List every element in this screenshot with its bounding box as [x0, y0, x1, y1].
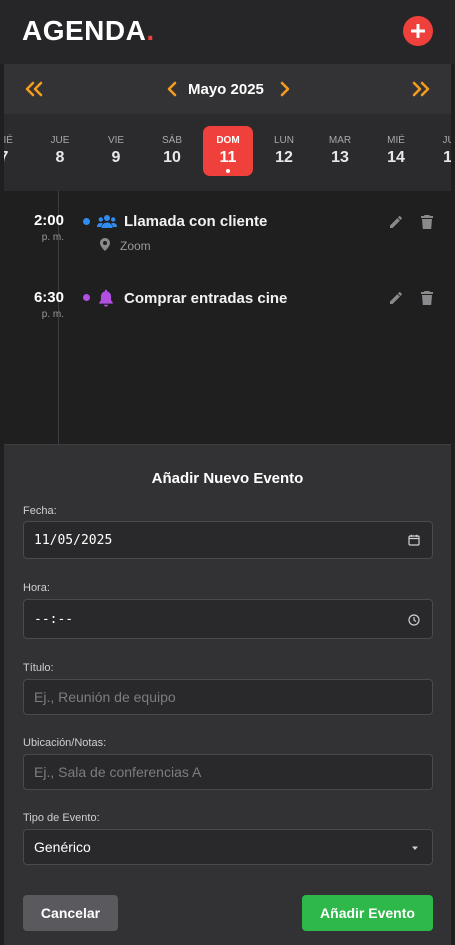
event-title: Llamada con cliente [124, 213, 268, 230]
day-item-selected[interactable]: DOM 11 [203, 126, 253, 176]
prev-month-button[interactable] [161, 78, 183, 100]
title-placeholder: Ej., Reunión de equipo [34, 689, 176, 705]
day-item[interactable]: MIÉ 7 [4, 126, 29, 176]
event-time-value: 6:30 [33, 289, 64, 306]
event-time: 6:30 p. m. [30, 289, 64, 320]
day-name: DOM [216, 135, 240, 146]
day-strip: MIÉ 7 JUE 8 VIE 9 SÁB 10 DOM 11 LUN 12 MAR 13 M… [4, 114, 451, 191]
event-time: 2:00 p. m. [30, 212, 64, 243]
day-number: 13 [331, 149, 349, 166]
event-type-select[interactable]: Genérico [23, 829, 433, 865]
trash-icon[interactable] [420, 214, 434, 230]
double-chevron-right-icon [412, 81, 430, 97]
day-number: 11 [219, 149, 237, 166]
day-name: LUN [273, 135, 294, 146]
edit-pencil-icon[interactable] [388, 290, 404, 306]
event-title-input[interactable]: Ej., Reunión de equipo [23, 679, 433, 715]
cancel-button[interactable]: Cancelar [23, 895, 118, 931]
date-input[interactable]: 11/05/2025 [23, 521, 433, 559]
day-name: SÁB [161, 135, 182, 146]
day-number: 10 [163, 149, 181, 166]
users-icon [97, 215, 117, 228]
day-number: 12 [275, 149, 293, 166]
event-time-value: 2:00 [33, 212, 64, 229]
day-name: VIE [107, 135, 125, 146]
add-event-button[interactable] [403, 16, 433, 46]
day-item[interactable]: SÁB 10 [147, 126, 197, 176]
logo-dot: . [146, 15, 155, 46]
day-name: MAR [328, 135, 352, 146]
day-number: 9 [111, 149, 121, 166]
day-number: 15 [443, 149, 451, 166]
current-month-label: Mayo 2025 [188, 81, 264, 98]
add-event-form: Añadir Nuevo Evento Fecha: 11/05/2025 Ho… [4, 444, 451, 945]
day-item[interactable]: VIE 9 [91, 126, 141, 176]
day-name: MIÉ [387, 135, 405, 146]
bell-icon [99, 289, 113, 307]
add-event-submit-button[interactable]: Añadir Evento [302, 895, 433, 931]
day-number: 8 [55, 149, 65, 166]
event-time-period: p. m. [41, 309, 64, 320]
day-number: 14 [387, 149, 405, 166]
day-name: MIÉ [4, 135, 13, 146]
logo-text: AGENDA [22, 15, 147, 46]
day-number: 7 [4, 149, 29, 167]
day-name: JUE [442, 135, 451, 146]
app-logo: AGENDA. [22, 15, 155, 47]
event-time-period: p. m. [41, 232, 64, 243]
chevron-right-icon [280, 81, 290, 97]
chevron-left-icon [167, 81, 177, 97]
next-year-button[interactable] [410, 78, 432, 100]
form-title: Añadir Nuevo Evento [151, 470, 304, 487]
event-color-dot [83, 218, 90, 225]
double-chevron-left-icon [25, 81, 43, 97]
edit-pencil-icon[interactable] [388, 214, 404, 230]
time-input[interactable]: --:-- [23, 599, 433, 639]
event-indicator-dot [226, 169, 230, 173]
day-item[interactable]: MAR 13 [315, 126, 365, 176]
caret-down-icon [412, 846, 418, 850]
event-location: Zoom [120, 239, 151, 253]
day-item[interactable]: JUE 15 [427, 126, 451, 176]
trash-icon[interactable] [420, 290, 434, 306]
location-label: Ubicación/Notas: [23, 737, 107, 749]
time-label: Hora: [23, 582, 50, 594]
next-month-button[interactable] [274, 78, 296, 100]
day-name: JUE [50, 135, 70, 146]
event-color-dot [83, 294, 90, 301]
event-type-value: Genérico [34, 839, 91, 855]
prev-year-button[interactable] [23, 78, 45, 100]
location-placeholder: Ej., Sala de conferencias A [34, 764, 202, 780]
app-header: AGENDA. [0, 0, 455, 64]
clock-icon[interactable] [408, 614, 420, 626]
month-navigation: Mayo 2025 [4, 64, 451, 114]
event-type-label: Tipo de Evento: [23, 812, 100, 824]
location-input[interactable]: Ej., Sala de conferencias A [23, 754, 433, 790]
date-value: 11/05/2025 [34, 533, 113, 548]
title-label: Título: [23, 662, 54, 674]
calendar-icon[interactable] [408, 534, 420, 546]
time-value: --:-- [34, 612, 74, 627]
event-title: Comprar entradas cine [124, 290, 288, 307]
agenda-app: AGENDA. Mayo 2025 MIÉ 7 JUE 8 VIE 9 SÁB 10 D… [0, 0, 455, 945]
day-item[interactable]: MIÉ 14 [371, 126, 421, 176]
map-pin-icon [100, 238, 110, 251]
day-item[interactable]: JUE 8 [35, 126, 85, 176]
day-item[interactable]: LUN 12 [259, 126, 309, 176]
plus-icon [411, 24, 425, 38]
date-label: Fecha: [23, 505, 57, 517]
